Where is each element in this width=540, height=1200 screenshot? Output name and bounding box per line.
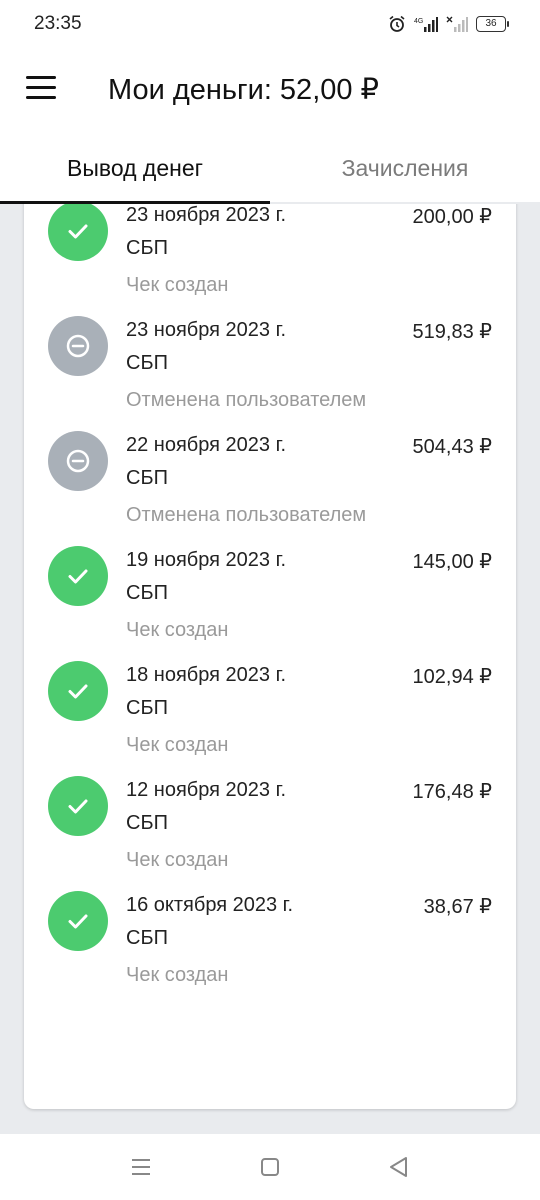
- transaction-status: Отменена пользователем: [126, 389, 367, 411]
- transaction-method: СБП: [126, 582, 168, 604]
- check-icon: [48, 661, 108, 721]
- status-icons: 4G 36: [388, 12, 509, 36]
- transaction-method: СБП: [126, 812, 168, 834]
- check-icon: [48, 776, 108, 836]
- transaction-amount: 102,94 ₽: [412, 666, 492, 688]
- status-time: 23:35: [34, 13, 82, 34]
- transaction-row[interactable]: 12 ноября 2023 г. СБП Чек создан 176,48 ₽: [24, 764, 516, 879]
- transaction-date: 23 ноября 2023 г.: [126, 204, 286, 226]
- system-nav-bar: [0, 1134, 540, 1200]
- transaction-date: 18 ноября 2023 г.: [126, 664, 286, 686]
- transaction-status: Чек создан: [126, 619, 229, 641]
- recent-apps-icon[interactable]: [128, 1154, 154, 1180]
- check-icon: [48, 204, 108, 261]
- transaction-row[interactable]: 23 ноября 2023 г. СБП Чек создан 200,00 ₽: [24, 204, 516, 304]
- transaction-row[interactable]: 19 ноября 2023 г. СБП Чек создан 145,00 ₽: [24, 534, 516, 649]
- back-icon[interactable]: [386, 1154, 412, 1180]
- tab-deposits[interactable]: Зачисления: [270, 136, 540, 202]
- transaction-method: СБП: [126, 697, 168, 719]
- transaction-row[interactable]: 23 ноября 2023 г. СБП Отменена пользовател…: [24, 304, 516, 419]
- transactions-card: 23 ноября 2023 г.СБПЧек создан504,83 ₽23…: [24, 204, 516, 1109]
- transaction-status: Чек создан: [126, 849, 229, 871]
- transaction-amount: 519,83 ₽: [412, 321, 492, 343]
- transaction-status: Чек создан: [126, 274, 229, 296]
- transaction-amount: 176,48 ₽: [412, 781, 492, 803]
- transaction-date: 12 ноября 2023 г.: [126, 779, 286, 801]
- transaction-amount: 504,43 ₽: [412, 436, 492, 458]
- transaction-status: Отменена пользователем: [126, 504, 367, 526]
- transaction-date: 16 октября 2023 г.: [126, 894, 294, 916]
- signal-no-service-icon: [446, 16, 468, 32]
- transaction-status: Чек создан: [126, 964, 229, 986]
- transaction-method: СБП: [126, 927, 168, 949]
- check-icon: [48, 546, 108, 606]
- minus-circle-icon: [48, 431, 108, 491]
- transaction-row[interactable]: 16 октября 2023 г. СБП Чек создан 38,67 ₽: [24, 879, 516, 994]
- transaction-amount: 38,67 ₽: [423, 896, 492, 918]
- svg-text:4G: 4G: [414, 18, 423, 25]
- menu-icon[interactable]: [26, 76, 58, 102]
- alarm-icon: [389, 15, 405, 32]
- battery-icon: 36: [476, 16, 509, 32]
- transaction-method: СБП: [126, 237, 168, 259]
- check-icon: [48, 891, 108, 951]
- transaction-date: 22 ноября 2023 г.: [126, 434, 286, 456]
- transaction-date: 23 ноября 2023 г.: [126, 319, 286, 341]
- signal-4g-icon: 4G: [414, 17, 438, 32]
- tab-withdrawals[interactable]: Вывод денег: [0, 136, 270, 202]
- transaction-method: СБП: [126, 467, 168, 489]
- transaction-row[interactable]: 18 ноября 2023 г. СБП Чек создан 102,94 ₽: [24, 649, 516, 764]
- home-icon[interactable]: [257, 1154, 283, 1180]
- transaction-method: СБП: [126, 352, 168, 374]
- transaction-amount: 200,00 ₽: [412, 206, 492, 228]
- tab-bar: Вывод денег Зачисления: [0, 136, 540, 204]
- transaction-amount: 145,00 ₽: [412, 551, 492, 573]
- transaction-row[interactable]: 22 ноября 2023 г. СБП Отменена пользовател…: [24, 419, 516, 534]
- transaction-list[interactable]: 23 ноября 2023 г.СБПЧек создан504,83 ₽23…: [0, 204, 540, 1134]
- transaction-status: Чек создан: [126, 734, 229, 756]
- app-bar: Мои деньги: 52,00 ₽: [0, 48, 540, 136]
- minus-circle-icon: [48, 316, 108, 376]
- page-title: Мои деньги: 52,00 ₽: [108, 74, 380, 106]
- status-bar: 23:35 4G 36: [0, 0, 540, 48]
- transaction-date: 19 ноября 2023 г.: [126, 549, 286, 571]
